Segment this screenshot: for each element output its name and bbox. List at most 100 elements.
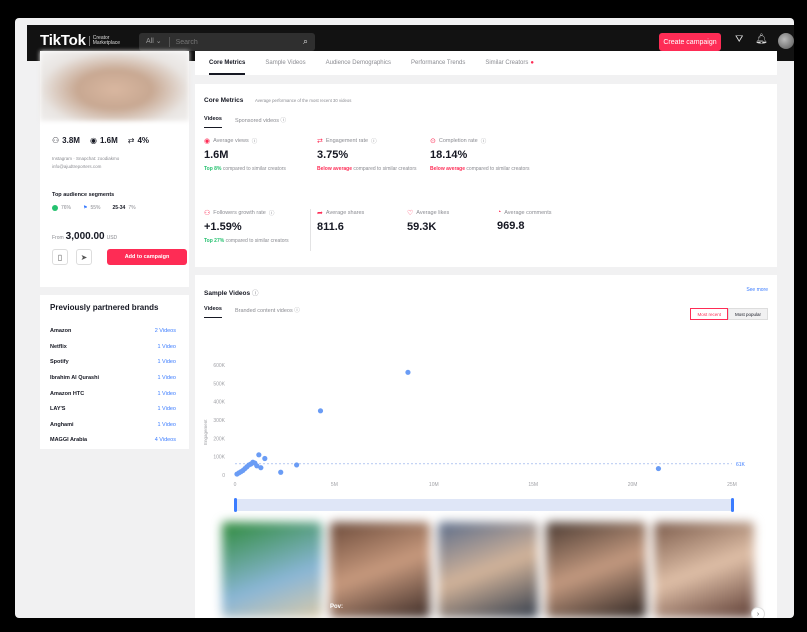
send-button[interactable]: ➤ (76, 249, 92, 265)
info-icon[interactable]: ⓘ (294, 308, 300, 314)
brand-videos-link[interactable]: 4 Videos (155, 437, 176, 443)
tab-core-metrics[interactable]: Core Metrics (209, 51, 246, 75)
top-segments-title: Top audience segments (52, 192, 115, 198)
y-tick-label: 0 (222, 473, 225, 479)
heart-icon: ♡ (407, 210, 414, 217)
next-videos-button[interactable]: › (751, 607, 765, 618)
tab-audience-demographics[interactable]: Audience Demographics (326, 51, 391, 75)
tab-similar-creators[interactable]: Similar Creators ● (485, 51, 534, 75)
followers-value: 3.8M (62, 136, 80, 145)
search-input[interactable] (169, 38, 290, 46)
x-tick-label: 15M (528, 482, 538, 488)
range-handle-left[interactable] (234, 498, 237, 512)
video-thumbnail[interactable] (222, 522, 322, 618)
views-icon: ◉ (204, 138, 211, 145)
metric-value: +1.59% (204, 221, 242, 233)
bookmark-button[interactable]: ▯ (52, 249, 68, 265)
metric-note: Top 8% compared to similar creators (204, 165, 314, 173)
sample-title-label: Sample Videos (204, 290, 251, 297)
y-tick-label: 200K (213, 436, 225, 442)
data-point (258, 465, 264, 471)
bookmark-icon: ▯ (57, 252, 63, 262)
video-thumbnail[interactable] (438, 522, 538, 618)
segment-age-label: 25-34 (112, 205, 126, 211)
brand-videos-link[interactable]: 1 Video (157, 422, 176, 428)
brand-row: MAGGI Arabia 4 Videos (50, 437, 176, 443)
info-icon[interactable]: ⓘ (371, 137, 377, 145)
tab-sample-videos[interactable]: Sample Videos (265, 51, 305, 75)
price-value: 3,000.00 (65, 231, 105, 242)
filter-icon[interactable]: ⛛ (735, 34, 743, 45)
follower-add-icon: ⚇ (204, 210, 211, 217)
brands-title: Previously partnered brands (50, 303, 159, 312)
brand-name: Spotify (50, 359, 69, 365)
search-bar[interactable]: All ⌄ ⌕ (139, 33, 315, 51)
views-icon: ◉ (89, 136, 97, 145)
brand-row: Netflix 1 Video (50, 344, 176, 350)
metric-note-strong: Top 8% (204, 166, 222, 172)
info-icon[interactable]: ⓘ (481, 137, 487, 145)
y-tick-label: 600K (213, 363, 225, 369)
video-thumbnail[interactable] (654, 522, 754, 618)
metric-value: 3.75% (317, 149, 349, 161)
sample-videos-title: Sample Videos ⓘ (204, 287, 258, 297)
info-icon[interactable]: ⓘ (281, 118, 287, 124)
search-icon[interactable]: ⌕ (303, 36, 308, 47)
create-campaign-button[interactable]: Create campaign (659, 33, 721, 51)
info-icon[interactable]: ⓘ (252, 137, 258, 145)
metric-note-strong: Top 27% (204, 238, 225, 244)
brand-videos-link[interactable]: 1 Video (157, 375, 176, 381)
brand-row: LAY'S 1 Video (50, 406, 176, 412)
brand-videos-link[interactable]: 2 Videos (155, 328, 176, 334)
brand-videos-link[interactable]: 1 Video (157, 344, 176, 350)
views-value: 1.6M (99, 136, 118, 145)
user-avatar[interactable] (778, 33, 794, 49)
metric-label: Followers growth rate (213, 210, 266, 216)
metric-note-strong: Below average (430, 166, 466, 172)
logo-wordmark: TikTok (40, 32, 86, 49)
metric-note-text: compared to similar creators (466, 166, 530, 172)
subtab-branded-content[interactable]: Branded content videos ⓘ (235, 306, 300, 318)
completion-icon: ⊙ (430, 138, 436, 145)
range-slider[interactable] (234, 498, 734, 512)
video-thumbnail[interactable] (330, 522, 430, 618)
average-line-label: 61K (736, 462, 746, 468)
brand-row: Anghami 1 Video (50, 422, 176, 428)
x-tick-label: 0 (234, 482, 237, 488)
sort-toggle: Most recent Most popular (690, 308, 768, 320)
segment-value: 55% (90, 205, 101, 211)
info-icon[interactable]: ⓘ (252, 290, 259, 297)
brand-videos-link[interactable]: 1 Video (157, 406, 176, 412)
brand-name: MAGGI Arabia (50, 437, 88, 443)
sample-subtabs: Videos Branded content videos ⓘ (204, 306, 300, 318)
brand-videos-link[interactable]: 1 Video (157, 359, 176, 365)
range-handle-right[interactable] (731, 498, 734, 512)
add-to-campaign-button[interactable]: Add to campaign (107, 249, 187, 265)
repost-icon: ⇄ (127, 136, 135, 145)
followers-stat: ⚇ 3.8M (52, 136, 80, 145)
subtab-sponsored-videos[interactable]: Sponsored videos ⓘ (235, 116, 286, 128)
core-metrics-title: Core Metrics (204, 97, 244, 104)
subtab-videos[interactable]: Videos (204, 116, 222, 128)
video-thumbnail[interactable] (546, 522, 646, 618)
bell-icon[interactable]: 🔔︎ (755, 34, 768, 45)
brand-videos-link[interactable]: 1 Video (157, 391, 176, 397)
engagement-value: 4% (137, 136, 150, 145)
brand-name: Ibrahim Al Qurashi (50, 375, 100, 381)
search-scope-select[interactable]: All ⌄ (139, 37, 170, 47)
info-icon[interactable]: ⓘ (269, 209, 275, 217)
creator-stats: ⚇ 3.8M ◉ 1.6M ⇄ 4% (52, 136, 149, 145)
tiktok-logo[interactable]: TikTok Creator Marketplace (40, 32, 120, 49)
most-popular-toggle[interactable]: Most popular (727, 308, 768, 320)
tab-performance-trends[interactable]: Performance Trends (411, 51, 465, 75)
metric-label: Average views (213, 138, 249, 144)
subtab-label: Sponsored videos (234, 118, 279, 124)
subtab-videos[interactable]: Videos (204, 306, 222, 318)
creator-profile-photo (40, 51, 189, 121)
most-recent-toggle[interactable]: Most recent (690, 308, 728, 320)
email-line[interactable]: info@ajudtreporters.com (52, 163, 182, 171)
creator-profile-card: ⚇ 3.8M ◉ 1.6M ⇄ 4% Instagram · Snapchat: zo… (40, 51, 189, 287)
data-point (655, 465, 662, 472)
see-more-link[interactable]: See more (746, 287, 768, 293)
metric-note-text: compared to similar creators (353, 166, 417, 172)
